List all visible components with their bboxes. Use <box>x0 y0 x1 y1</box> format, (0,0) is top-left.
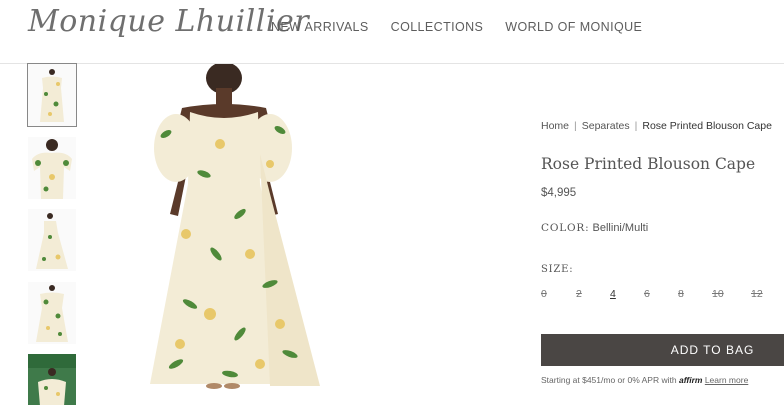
color-value: Bellini/Multi <box>592 222 649 234</box>
size-label: SIZE: <box>541 264 574 275</box>
nav-new-arrivals[interactable]: NEW ARRIVALS <box>271 20 369 34</box>
breadcrumb-current: Rose Printed Blouson Cape <box>642 120 772 132</box>
thumbnail-4[interactable] <box>28 282 76 344</box>
affirm-financing: Starting at $451/mo or 0% APR with affir… <box>541 375 748 385</box>
size-option-6[interactable]: 6 <box>644 288 650 300</box>
main-nav: NEW ARRIVALS COLLECTIONS WORLD OF MONIQU… <box>271 20 642 34</box>
learn-more-link[interactable]: Learn more <box>705 375 748 385</box>
size-option-4[interactable]: 4 <box>610 288 616 300</box>
affirm-logo: affirm <box>678 375 703 385</box>
size-option-10[interactable]: 10 <box>712 288 724 300</box>
thumbnail-2[interactable] <box>28 137 76 199</box>
size-option-12[interactable]: 12 <box>751 288 763 300</box>
size-option-2[interactable]: 2 <box>576 288 582 300</box>
brand-logo[interactable]: Monique Lhuillier <box>28 4 309 39</box>
size-option-0[interactable]: 0 <box>541 288 547 300</box>
add-to-bag-button[interactable]: ADD TO BAG <box>541 334 784 366</box>
product-price: $4,995 <box>541 187 577 199</box>
product-main-image[interactable] <box>120 62 460 405</box>
breadcrumb-separator: | <box>634 120 638 132</box>
breadcrumb: Home | Separates | Rose Printed Blouson Cape <box>541 120 772 132</box>
size-option-8[interactable]: 8 <box>678 288 684 300</box>
product-title: Rose Printed Blouson Cape <box>541 155 756 173</box>
nav-collections[interactable]: COLLECTIONS <box>391 20 484 34</box>
thumbnail-3[interactable] <box>28 209 76 271</box>
breadcrumb-home[interactable]: Home <box>541 120 569 132</box>
size-options: 0 2 4 6 8 10 12 <box>541 288 784 304</box>
breadcrumb-separates[interactable]: Separates <box>582 120 630 132</box>
color-label: COLOR: <box>541 222 590 234</box>
thumbnail-5[interactable] <box>28 354 76 405</box>
financing-text: Starting at $451/mo or 0% APR with <box>541 375 677 385</box>
nav-world-of-monique[interactable]: WORLD OF MONIQUE <box>505 20 642 34</box>
color-selector: COLOR: Bellini/Multi <box>541 222 648 234</box>
site-header: Monique Lhuillier NEW ARRIVALS COLLECTIO… <box>0 0 784 64</box>
thumbnail-1[interactable] <box>27 63 77 127</box>
breadcrumb-separator: | <box>574 120 577 132</box>
